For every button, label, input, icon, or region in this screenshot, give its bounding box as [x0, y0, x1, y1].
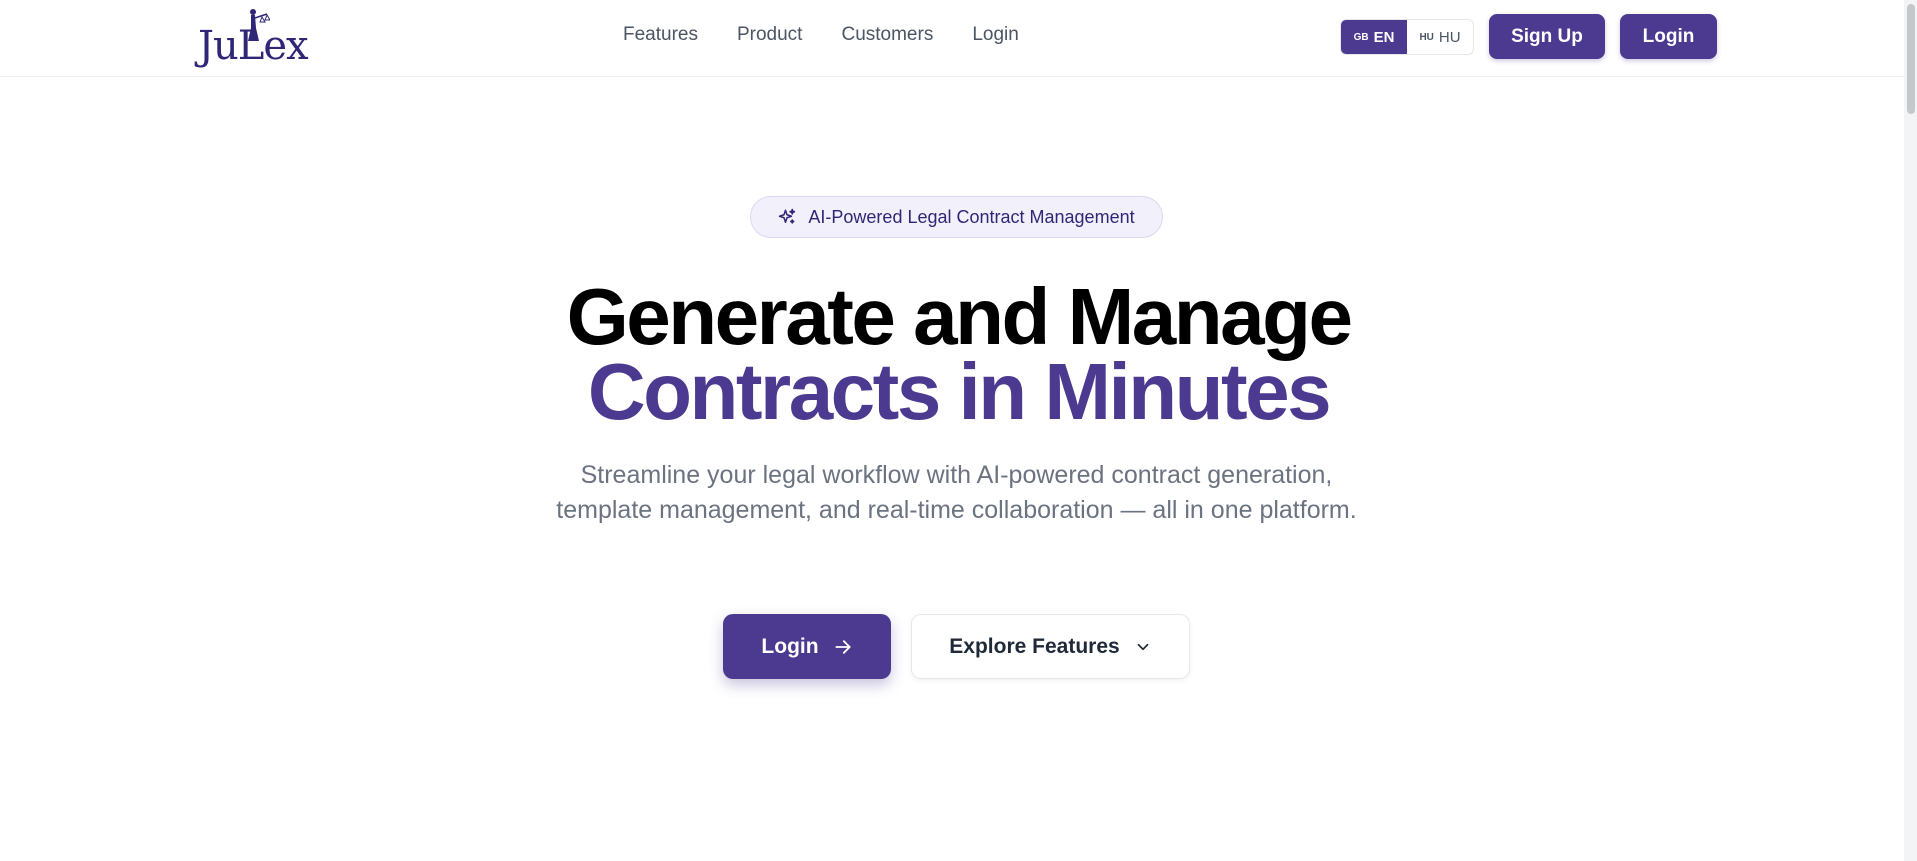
gb-flag-icon: GB: [1353, 31, 1369, 43]
chevron-down-icon: [1134, 638, 1152, 656]
arrow-right-icon: [833, 637, 853, 657]
explore-features-button[interactable]: Explore Features: [911, 614, 1190, 679]
badge-text: AI-Powered Legal Contract Management: [808, 206, 1135, 227]
language-option-en[interactable]: GB EN: [1341, 20, 1407, 54]
language-switcher: GB EN HU HU: [1340, 19, 1474, 55]
explore-features-label: Explore Features: [949, 634, 1120, 658]
sparkles-icon: [778, 208, 796, 226]
header-login-button[interactable]: Login: [1620, 14, 1717, 59]
hero-subtitle: Streamline your legal workflow with AI-p…: [556, 461, 1357, 524]
feature-badge: AI-Powered Legal Contract Management: [750, 196, 1163, 238]
lady-justice-icon: [248, 9, 270, 41]
hu-flag-icon: HU: [1419, 31, 1434, 43]
hero-headline-line1: Generate and Manage: [566, 272, 1353, 361]
signup-button[interactable]: Sign Up: [1489, 14, 1605, 59]
language-label-hu: HU: [1438, 28, 1461, 46]
language-option-hu[interactable]: HU HU: [1407, 20, 1473, 54]
main-nav: Features Product Customers Login: [623, 24, 1019, 46]
hero-login-label: Login: [761, 634, 819, 658]
hero-headline-line2: Contracts in Minutes: [587, 347, 1332, 436]
julex-logo[interactable]: JuLex: [198, 8, 309, 66]
nav-login[interactable]: Login: [972, 24, 1019, 46]
scrollbar-thumb[interactable]: [1907, 4, 1915, 114]
site-header: JuLex Features Product Customers Login G…: [0, 0, 1917, 77]
nav-customers[interactable]: Customers: [841, 24, 933, 46]
hero-login-button[interactable]: Login: [723, 614, 891, 679]
nav-product[interactable]: Product: [737, 24, 802, 46]
language-label-en: EN: [1373, 28, 1395, 46]
nav-features[interactable]: Features: [623, 24, 698, 46]
